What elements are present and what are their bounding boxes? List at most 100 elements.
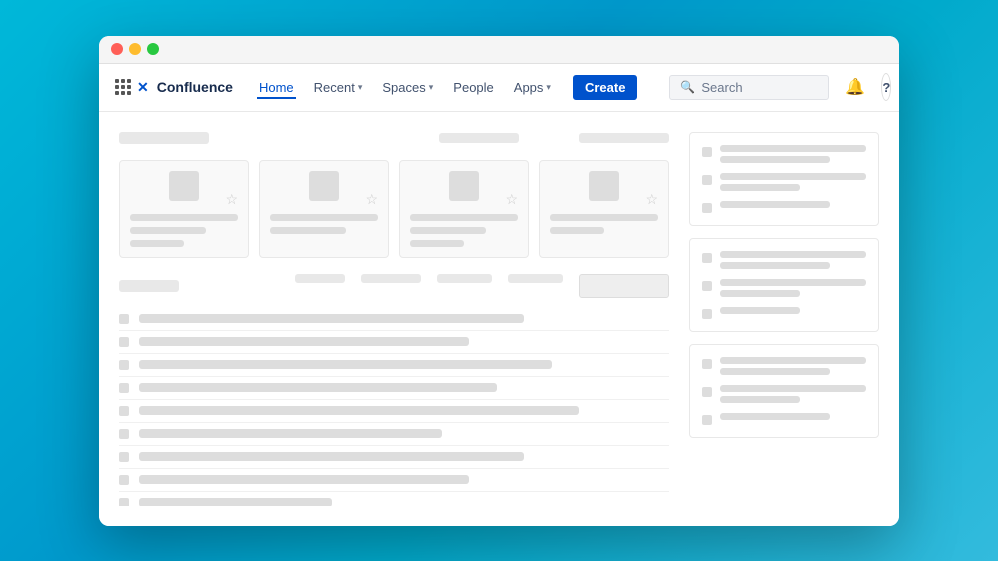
logo[interactable]: ✕ Confluence [115,79,233,96]
right-card-1 [689,132,879,226]
list-item-icon [119,360,129,370]
right-card-row [702,173,866,191]
list-item [119,469,669,492]
list-item [119,423,669,446]
right-card-line [720,173,866,180]
help-button[interactable]: ? [881,73,891,101]
right-card-lines [720,357,866,375]
right-card-3 [689,344,879,438]
right-card-line [720,156,830,163]
right-card-line [720,307,800,314]
tab-1[interactable] [295,274,345,283]
section-meta-2 [579,133,669,143]
list-item [119,354,669,377]
card-3: ☆ [399,160,529,258]
search-bar[interactable]: 🔍 Search [669,75,829,100]
nav-spaces[interactable]: Spaces ▾ [380,76,435,99]
card-1-star-icon[interactable]: ☆ [225,191,238,208]
right-card-lines [720,201,866,208]
list-item-icon [119,475,129,485]
card-2: ☆ [259,160,389,258]
right-card-line [720,184,800,191]
card-4-line-2 [550,227,604,234]
right-card-icon [702,309,712,319]
list-tabs [119,280,179,292]
card-3-line-2 [410,227,486,234]
apps-caret-icon: ▾ [546,82,551,93]
right-card-line [720,357,866,364]
nav-home[interactable]: Home [257,76,296,99]
card-1-line-1 [130,214,238,221]
notification-button[interactable]: 🔔 [845,73,865,101]
right-card-icon [702,147,712,157]
create-button[interactable]: Create [573,75,637,100]
card-4: ☆ [539,160,669,258]
confluence-logo-text: Confluence [157,79,233,95]
list-item [119,377,669,400]
card-1-image [169,171,199,201]
main-content: ☆ ☆ ☆ [99,112,899,526]
right-card-lines [720,385,866,403]
card-4-star-icon[interactable]: ☆ [645,191,658,208]
right-card-icon [702,281,712,291]
right-card-icon [702,253,712,263]
list-item [119,400,669,423]
nav-recent[interactable]: Recent ▾ [312,76,365,99]
list-tab-group [295,274,669,298]
right-card-line [720,145,866,152]
list-item-text [139,314,524,323]
tab-2[interactable] [361,274,421,283]
list-item-icon [119,498,129,506]
section-meta-1 [439,133,519,143]
help-icon: ? [882,80,890,95]
card-1: ☆ [119,160,249,258]
card-1-line-2 [130,227,206,234]
tab-4[interactable] [508,274,563,283]
card-3-star-icon[interactable]: ☆ [505,191,518,208]
list-item-text [139,452,524,461]
right-card-line [720,290,800,297]
spaces-caret-icon: ▾ [429,82,434,93]
notification-icon: 🔔 [845,77,865,97]
right-card-line [720,201,830,208]
right-card-lines [720,413,866,420]
cards-row: ☆ ☆ ☆ [119,160,669,258]
list-item-text [139,360,552,369]
tab-3[interactable] [437,274,492,283]
right-card-lines [720,173,866,191]
maximize-button[interactable] [147,43,159,55]
list-item-icon [119,406,129,416]
right-card-lines [720,307,866,314]
right-card-row [702,357,866,375]
list-item-text [139,337,469,346]
right-card-line [720,279,866,286]
list-item [119,331,669,354]
list-item [119,492,669,506]
right-card-line [720,262,830,269]
card-3-line-3 [410,240,464,247]
right-card-icon [702,359,712,369]
list-section-header [119,274,669,298]
card-2-line-1 [270,214,378,221]
right-card-row [702,413,866,425]
minimize-button[interactable] [129,43,141,55]
filter-button[interactable] [579,274,669,298]
right-card-row [702,279,866,297]
list-item-icon [119,314,129,324]
left-panel: ☆ ☆ ☆ [119,132,669,506]
right-card-line [720,396,800,403]
card-3-image [449,171,479,201]
right-card-icon [702,175,712,185]
card-4-image [589,171,619,201]
section-title-skeleton [119,132,209,144]
close-button[interactable] [111,43,123,55]
list-section [119,274,669,506]
recent-caret-icon: ▾ [358,82,363,93]
nav-apps[interactable]: Apps ▾ [512,76,553,99]
section-title-row [119,132,669,144]
nav-people[interactable]: People [451,76,495,99]
card-2-star-icon[interactable]: ☆ [365,191,378,208]
list-item-icon [119,383,129,393]
right-card-icon [702,387,712,397]
list-title-skeleton [119,280,179,292]
